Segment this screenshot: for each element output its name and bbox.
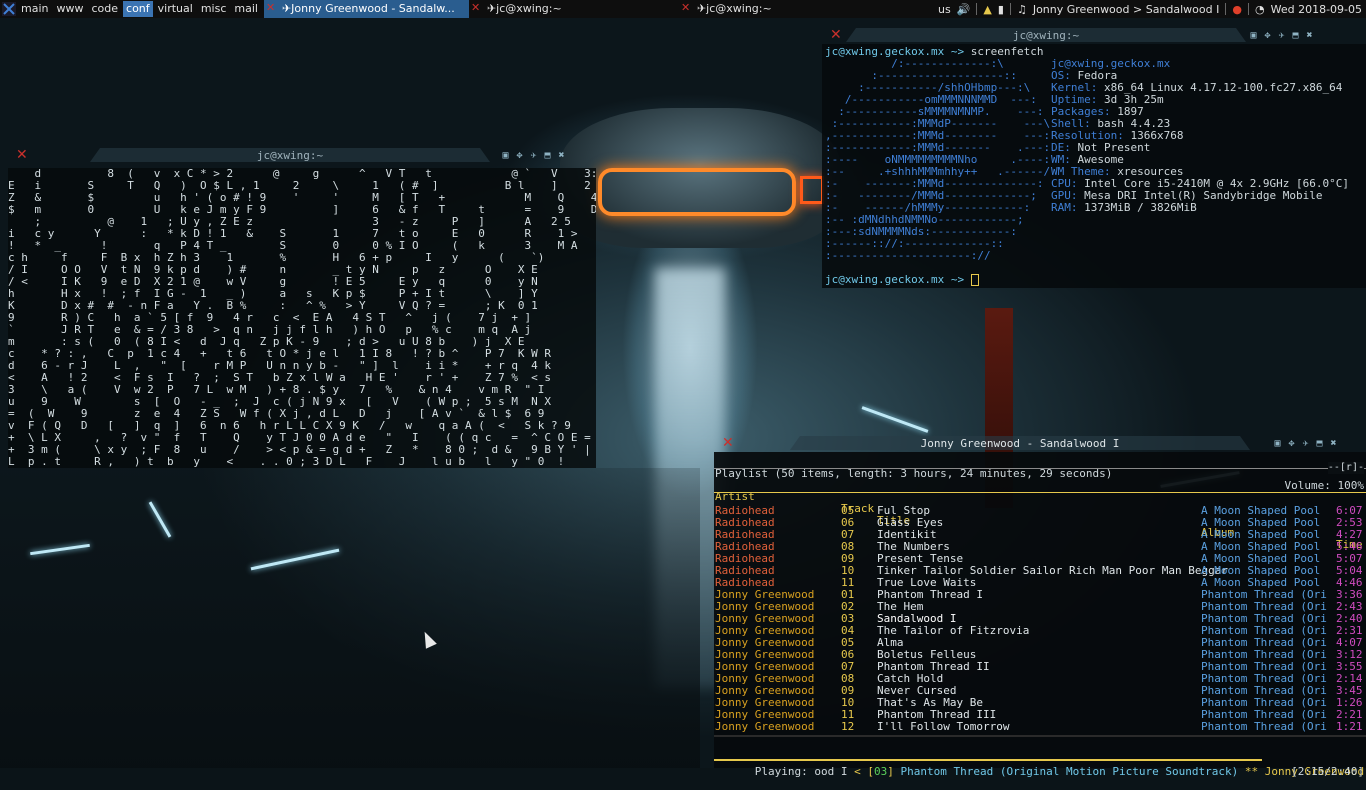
tag-virtual[interactable]: virtual — [155, 1, 196, 17]
music-note-icon: ♫ — [1016, 2, 1027, 16]
fedora-ascii-logo: /:-------------:\ :-------------------::… — [825, 58, 1050, 262]
floating-icon[interactable]: ▣ — [1248, 30, 1259, 41]
sticky-icon[interactable]: ✥ — [514, 150, 525, 161]
taskbar-item[interactable]: ✕ ✈Jonny Greenwood - Sandalw... — [263, 0, 469, 18]
info-line: RAM: 1373MiB / 3826MiB — [1051, 202, 1349, 214]
window-app-icon[interactable]: ✕ — [16, 147, 28, 163]
status-title: ood I — [814, 765, 855, 778]
shell-prompt: jc@xwing.geckox.mx ~> — [825, 273, 971, 286]
divider — [1009, 3, 1011, 15]
window-app-icon[interactable]: ✕ — [830, 27, 842, 43]
taskbar-item[interactable]: ✕ ✈jc@xwing:~ — [469, 0, 679, 18]
tag-www[interactable]: www — [53, 1, 86, 17]
tag-main[interactable]: main — [18, 1, 51, 17]
app-icon: ✕ — [470, 1, 481, 14]
taskbar-item[interactable]: ✕ ✈jc@xwing:~ — [679, 0, 889, 18]
status-line: Playing: ood I < [03] Phantom Thread (Or… — [754, 765, 1365, 778]
date-text[interactable]: Wed 2018-09-05 — [1271, 3, 1362, 16]
close-icon[interactable]: ✖ — [1328, 438, 1339, 449]
divider — [976, 3, 978, 15]
progress-bar[interactable] — [714, 735, 1366, 761]
status-track: 03 — [873, 765, 888, 778]
divider — [1225, 3, 1227, 15]
battery-icon[interactable]: ▮ — [998, 3, 1004, 16]
tag-conf[interactable]: conf — [123, 1, 153, 17]
maximize-icon[interactable]: ⬒ — [542, 150, 553, 161]
task-list: ✕ ✈Jonny Greenwood - Sandalw... ✕ ✈jc@xwing… — [263, 0, 889, 18]
row-time: 1:21 — [1336, 720, 1363, 733]
info-key: RAM: — [1051, 201, 1085, 214]
close-icon[interactable]: ✖ — [556, 150, 567, 161]
matrix-terminal[interactable]: d 8 ( v x C * > 2 @ g ^ V T t @ ` V 3: E … — [8, 168, 596, 468]
playlist-row[interactable]: Jonny Greenwood 12 I'll Follow Tomorrow Pha… — [714, 721, 1366, 733]
tag-code[interactable]: code — [88, 1, 121, 17]
taskbar-item-label: ✈jc@xwing:~ — [486, 2, 562, 15]
system-tray: us 🔊 ▲ ▮ ♫ Jonny Greenwood > Sandalwood … — [938, 0, 1366, 18]
music-player[interactable]: Playlist (50 items, length: 3 hours, 24 … — [714, 452, 1366, 778]
row-artist: Jonny Greenwood — [715, 720, 815, 733]
row-album: Phantom Thread (Ori — [1201, 720, 1327, 733]
app-icon: ✕ — [265, 1, 276, 14]
clock-icon: ◔ — [1254, 2, 1265, 16]
ontop-icon[interactable]: ✈ — [1276, 30, 1287, 41]
ontop-icon[interactable]: ✈ — [1300, 438, 1311, 449]
top-panel: main www code conf virtual misc mail ✕ ✈Jonny G… — [0, 0, 1366, 18]
system-info: jc@xwing.geckox.mx OS: Fedora Kernel: x86_… — [1051, 58, 1349, 214]
keyboard-layout[interactable]: us — [938, 3, 951, 16]
wallpaper-shadow — [0, 468, 700, 768]
wallpaper-light — [598, 168, 796, 216]
ontop-icon[interactable]: ✈ — [528, 150, 539, 161]
notification-icon[interactable]: ▲ — [983, 3, 991, 16]
window-controls: ▣ ✥ ✈ ⬒ ✖ — [1248, 30, 1315, 41]
column-artist[interactable]: Artist — [715, 491, 755, 503]
mode-flags: --[r]- — [1327, 462, 1364, 474]
screenfetch-window-title[interactable]: jc@xwing:~ — [846, 29, 1246, 43]
matrix-window-title[interactable]: jc@xwing:~ — [90, 149, 490, 163]
column-header-row: Artist Track Title Album Time — [714, 479, 1366, 551]
window-controls: ▣ ✥ ✈ ⬒ ✖ — [1272, 438, 1339, 449]
divider: --[r]- — [714, 462, 1366, 474]
logo-line: :---------------------:// — [825, 249, 991, 262]
screenfetch-terminal[interactable]: jc@xwing.geckox.mx ~> screenfetch /:----… — [822, 44, 1366, 288]
divider — [1247, 3, 1249, 15]
tag-list: main www code conf virtual misc mail — [18, 1, 261, 17]
wallpaper-light — [861, 406, 929, 433]
row-title: I'll Follow Tomorrow — [877, 720, 1010, 733]
matrix-line: L p . t R , ) t b y < . . 0 ; 3 D L F J … — [8, 455, 565, 468]
tomato-icon[interactable]: ● — [1232, 3, 1242, 16]
window-controls: ▣ ✥ ✈ ⬒ ✖ — [500, 150, 567, 161]
maximize-icon[interactable]: ⬒ — [1314, 438, 1325, 449]
taskbar-item-label: ✈Jonny Greenwood - Sandalw... — [281, 2, 455, 15]
launcher-icon[interactable] — [2, 2, 16, 16]
row-track: 12 — [841, 720, 855, 733]
sticky-icon[interactable]: ✥ — [1262, 30, 1273, 41]
now-playing-text[interactable]: Jonny Greenwood > Sandalwood I — [1033, 3, 1220, 16]
prompt-line: jc@xwing.geckox.mx ~> — [825, 274, 979, 286]
tag-misc[interactable]: misc — [198, 1, 230, 17]
close-icon[interactable]: ✖ — [1304, 30, 1315, 41]
tag-mail[interactable]: mail — [231, 1, 261, 17]
app-icon: ✕ — [680, 1, 691, 14]
window-app-icon[interactable]: ✕ — [722, 435, 734, 451]
sticky-icon[interactable]: ✥ — [1286, 438, 1297, 449]
volume-icon[interactable]: 🔊 — [957, 3, 971, 16]
taskbar-item-label: ✈jc@xwing:~ — [696, 2, 772, 15]
maximize-icon[interactable]: ⬒ — [1290, 30, 1301, 41]
floating-icon[interactable]: ▣ — [500, 150, 511, 161]
wallpaper-light — [800, 176, 824, 204]
text-cursor[interactable] — [970, 274, 979, 286]
info-value: 1373MiB / 3826MiB — [1084, 201, 1197, 214]
status-album: Phantom Thread (Original Motion Picture … — [893, 765, 1245, 778]
status-prefix: Playing: — [754, 765, 815, 778]
floating-icon[interactable]: ▣ — [1272, 438, 1283, 449]
player-window-title[interactable]: Jonny Greenwood - Sandalwood I — [790, 437, 1250, 451]
